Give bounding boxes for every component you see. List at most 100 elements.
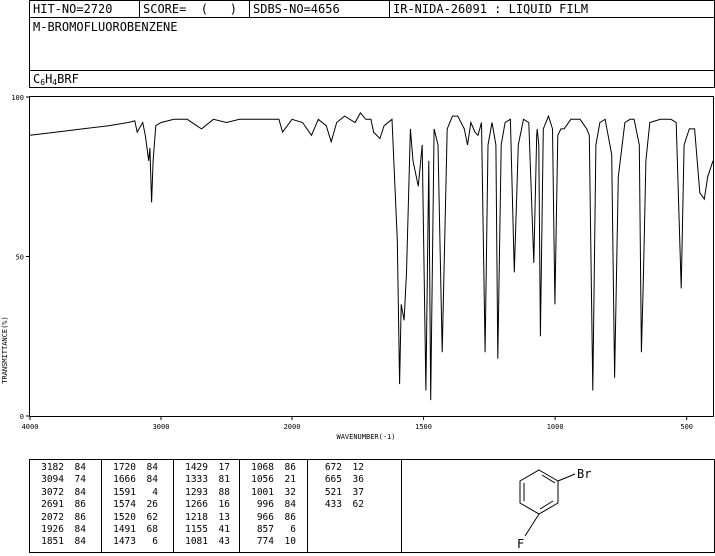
- peak-wavenumber: 1056: [251, 474, 274, 486]
- x-tick-label: 3000: [153, 423, 170, 431]
- peak-transmittance: 16: [218, 499, 230, 511]
- x-tick-label: 1500: [415, 423, 432, 431]
- peak-transmittance: 6: [152, 536, 158, 548]
- peak-row: 1429 17: [180, 462, 239, 474]
- peak-wavenumber: 3094: [41, 474, 64, 486]
- peak-row: 1926 84: [36, 524, 101, 536]
- peak-wavenumber: 1266: [185, 499, 208, 511]
- peak-row: 672 12: [314, 462, 401, 474]
- peak-transmittance: 41: [218, 524, 230, 536]
- peak-transmittance: 86: [284, 462, 296, 473]
- peak-wavenumber: 1001: [251, 486, 274, 498]
- x-axis: 4000 3000 2000 1500 1000 500: [22, 416, 693, 431]
- peak-row: 665 36: [314, 474, 401, 486]
- peak-transmittance: 74: [74, 474, 86, 486]
- peak-wavenumber: 1473: [113, 536, 136, 548]
- ir-info: IR-NIDA-26091 : LIQUID FILM: [390, 1, 714, 18]
- y-axis: 0 50 100: [11, 94, 30, 421]
- header-box: HIT-NO=2720 SCORE= ( ) SDBS-NO=4656 IR-N…: [29, 0, 715, 88]
- x-tick-label: 1000: [547, 423, 564, 431]
- peak-row: 2691 86: [36, 499, 101, 511]
- peak-row: 1081 43: [180, 536, 239, 548]
- peak-transmittance: 6: [290, 524, 296, 536]
- ring-bonds: [519, 469, 559, 515]
- peak-transmittance: 13: [218, 511, 230, 523]
- sdbs-no: SDBS-NO=4656: [250, 1, 390, 18]
- peak-transmittance: 17: [218, 462, 230, 473]
- peak-transmittance: 86: [284, 511, 296, 523]
- peak-row: 1068 86: [246, 462, 307, 474]
- peak-row: 1491 68: [108, 524, 173, 536]
- peak-table: 3182 84 3094 74 3072 84 2691 86 2072 86 1926 84 1851…: [30, 460, 402, 552]
- peak-transmittance: 81: [218, 474, 230, 486]
- peak-row: 996 84: [246, 499, 307, 511]
- peak-transmittance: 86: [74, 499, 86, 511]
- double-bond-2: [539, 500, 554, 510]
- peak-wavenumber: 1574: [113, 499, 136, 511]
- peak-transmittance: 84: [74, 524, 86, 536]
- score: SCORE= ( ): [140, 1, 250, 18]
- peak-transmittance: 43: [218, 536, 230, 548]
- peak-column: 1720 84 1666 84 1591 4 1574 26 1520 62 1491 68 1473 6: [102, 460, 174, 552]
- peak-wavenumber: 1520: [113, 511, 136, 523]
- peak-row: 3072 84: [36, 487, 101, 499]
- peak-wavenumber: 774: [256, 536, 274, 548]
- peak-wavenumber: 1155: [185, 524, 208, 536]
- y-axis-label: TRANSMITTANCE(%): [1, 316, 9, 383]
- molecule-structure-drawing: Br F: [517, 467, 591, 551]
- peak-wavenumber: 2691: [41, 499, 64, 511]
- peak-wavenumber: 1081: [185, 536, 208, 548]
- x-tick-label: 500: [680, 423, 693, 431]
- peak-transmittance: 62: [352, 499, 364, 511]
- x-tick-label: 4000: [22, 423, 39, 431]
- peak-row: 1155 41: [180, 524, 239, 536]
- peak-wavenumber: 857: [256, 524, 274, 536]
- peak-transmittance: 10: [284, 536, 296, 548]
- peak-wavenumber: 3182: [41, 462, 64, 473]
- peak-wavenumber: 665: [324, 474, 342, 486]
- peak-row: 1520 62: [108, 512, 173, 524]
- peak-row: 1218 13: [180, 512, 239, 524]
- peak-row: 1473 6: [108, 536, 173, 548]
- spectrum-line: [29, 112, 714, 401]
- peak-wavenumber: 1293: [185, 486, 208, 498]
- peak-row: 1001 32: [246, 487, 307, 499]
- peak-wavenumber: 521: [324, 486, 342, 498]
- peak-row: 1333 81: [180, 474, 239, 486]
- peak-wavenumber: 672: [324, 462, 342, 473]
- peak-row: 857 6: [246, 524, 307, 536]
- peak-wavenumber: 1926: [41, 524, 64, 536]
- peak-row: 3182 84: [36, 462, 101, 474]
- peak-wavenumber: 1068: [251, 462, 274, 473]
- peak-wavenumber: 433: [324, 499, 342, 511]
- compound-name: M-BROMOFLUOROBENZENE: [33, 20, 178, 34]
- peak-row: 1056 21: [246, 474, 307, 486]
- c-br-bond: [557, 473, 576, 482]
- peak-row: 1293 88: [180, 487, 239, 499]
- x-tick-label: 2000: [284, 423, 301, 431]
- peak-row: 3094 74: [36, 474, 101, 486]
- peak-transmittance: 12: [352, 462, 364, 473]
- hit-no: HIT-NO=2720: [30, 1, 140, 18]
- peak-wavenumber: 1666: [113, 474, 136, 486]
- c-f-bond: [524, 513, 540, 537]
- peak-wavenumber: 1491: [113, 524, 136, 536]
- peak-row: 2072 86: [36, 512, 101, 524]
- fluorine-label: F: [517, 537, 524, 551]
- peak-row: 1851 84: [36, 536, 101, 548]
- benzene-ring: [519, 469, 576, 537]
- peak-row: 774 10: [246, 536, 307, 548]
- peak-column: 3182 84 3094 74 3072 84 2691 86 2072 86 1926 84 1851…: [30, 460, 102, 552]
- peak-row: 433 62: [314, 499, 401, 511]
- peak-transmittance: 32: [284, 486, 296, 498]
- peak-row: 1720 84: [108, 462, 173, 474]
- peak-transmittance: 68: [146, 524, 158, 536]
- peak-row: 1266 16: [180, 499, 239, 511]
- peak-transmittance: 36: [352, 474, 364, 486]
- peak-row: 521 37: [314, 487, 401, 499]
- bromine-label: Br: [577, 467, 591, 481]
- peak-transmittance: 4: [152, 486, 158, 498]
- peak-wavenumber: 966: [256, 511, 274, 523]
- formula-rest: BRF: [57, 72, 79, 86]
- plot-frame: [29, 96, 714, 417]
